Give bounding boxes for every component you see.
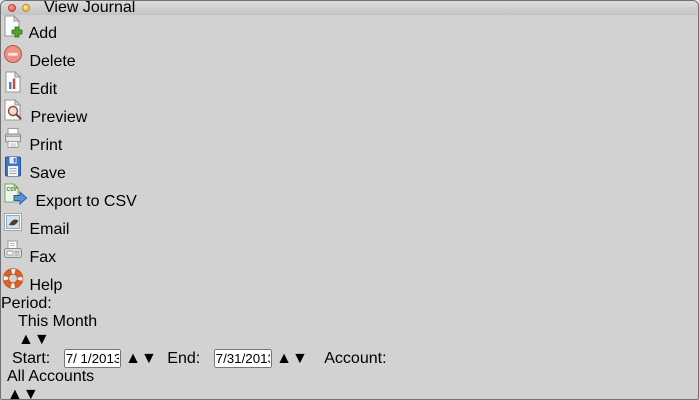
- add-button[interactable]: Add: [1, 14, 698, 43]
- period-value: This Month: [18, 313, 98, 330]
- popup-arrows-icon: ▲▼: [18, 331, 50, 348]
- end-date-stepper[interactable]: ▲▼: [276, 350, 308, 367]
- toolbar-label: Delete: [29, 53, 76, 70]
- life-ring-help-icon: [1, 268, 25, 294]
- email-stamp-icon: [1, 213, 25, 238]
- add-document-icon: [1, 14, 25, 42]
- floppy-disk-icon: [1, 156, 25, 182]
- period-dropdown[interactable]: This Month ▲▼: [18, 313, 104, 349]
- toolbar: Add Delete Edit Preview Print Save CSV E…: [1, 14, 698, 295]
- popup-arrows-icon: ▲▼: [7, 386, 39, 400]
- start-label: Start:: [12, 350, 51, 367]
- title-bar: View Journal: [1, 0, 698, 16]
- preview-button[interactable]: Preview: [1, 98, 698, 127]
- start-date-stepper[interactable]: ▲▼: [125, 350, 157, 367]
- filter-bar: Period: This Month ▲▼ Start: ▲▼ End: ▲▼ …: [1, 295, 698, 400]
- fax-button[interactable]: Fax: [1, 239, 698, 267]
- account-value: All Accounts: [7, 368, 95, 385]
- start-date-field[interactable]: [63, 349, 121, 368]
- toolbar-label: Edit: [29, 81, 58, 98]
- toolbar-label: Help: [29, 277, 63, 294]
- toolbar-label: Email: [29, 221, 70, 238]
- zoom-button[interactable]: [36, 4, 44, 12]
- window-title: View Journal: [44, 0, 136, 16]
- printer-icon: [1, 128, 25, 154]
- delete-minus-icon: [1, 45, 25, 70]
- preview-magnifier-icon: [1, 98, 26, 126]
- export-to-csv-button[interactable]: CSV Export to CSV: [1, 182, 698, 211]
- toolbar-label: Add: [28, 25, 58, 42]
- save-button[interactable]: Save: [1, 155, 698, 183]
- svg-text:CSV: CSV: [7, 187, 18, 193]
- fax-machine-icon: [1, 240, 25, 266]
- account-dropdown[interactable]: All Accounts ▲▼: [7, 368, 111, 400]
- view-journal-window: View Journal Add Delete Edit Preview Pri…: [0, 0, 699, 400]
- print-button[interactable]: Print: [1, 127, 698, 155]
- edit-document-icon: [1, 70, 25, 98]
- end-date-field[interactable]: [213, 349, 272, 368]
- account-label: Account:: [324, 350, 387, 367]
- toolbar-label: Fax: [29, 249, 57, 266]
- edit-button[interactable]: Edit: [1, 70, 698, 99]
- delete-button[interactable]: Delete: [1, 43, 698, 71]
- toolbar-label: Export to CSV: [35, 193, 137, 210]
- help-button[interactable]: Help: [1, 267, 698, 295]
- toolbar-label: Save: [29, 165, 66, 182]
- toolbar-label: Print: [29, 137, 63, 154]
- close-button[interactable]: [8, 4, 16, 12]
- minimize-button[interactable]: [22, 4, 30, 12]
- period-label: Period:: [1, 295, 52, 312]
- end-label: End:: [167, 350, 201, 367]
- export-csv-arrow-icon: CSV: [1, 182, 31, 210]
- email-button[interactable]: Email: [1, 211, 698, 239]
- toolbar-label: Preview: [30, 109, 88, 126]
